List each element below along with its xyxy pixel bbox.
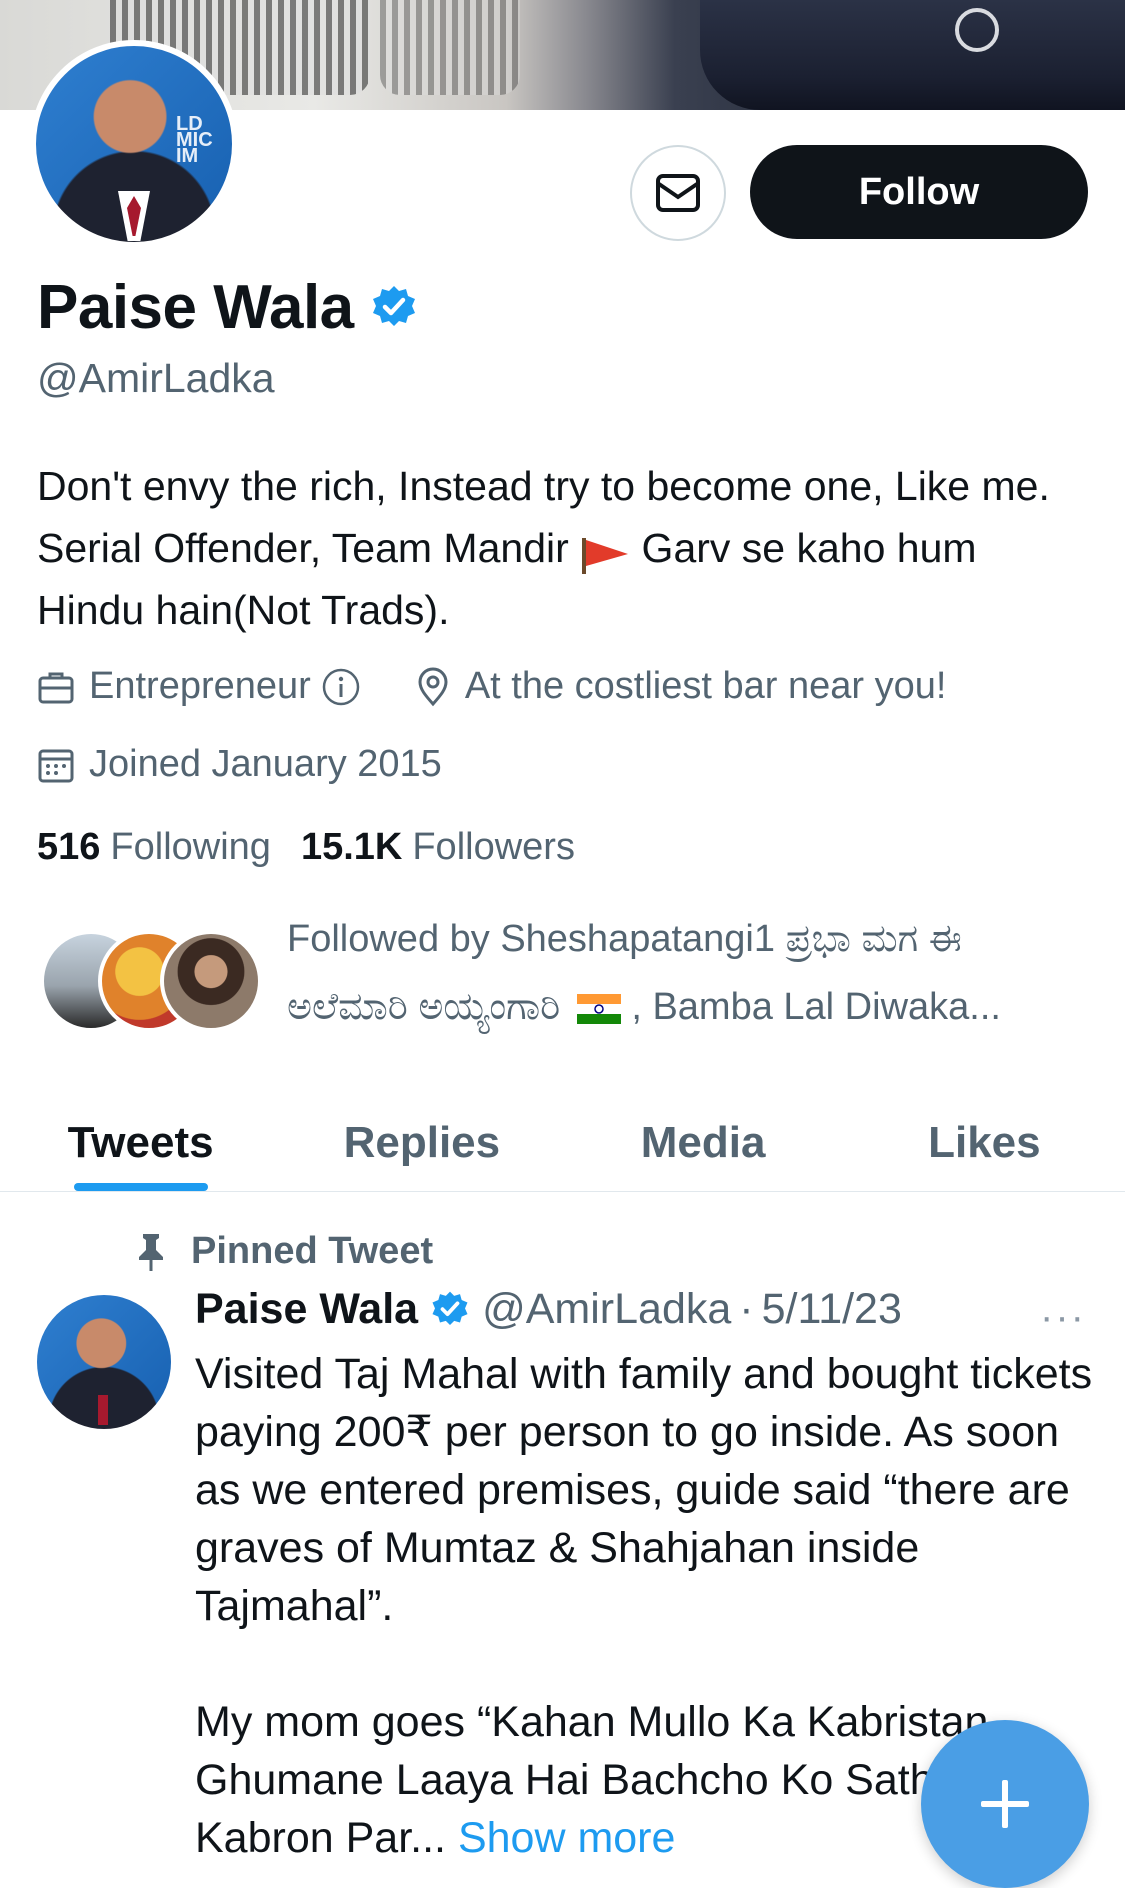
banner-car-grille-2 bbox=[380, 0, 520, 95]
followers-link[interactable]: Followers bbox=[412, 826, 575, 869]
briefcase-icon bbox=[38, 672, 74, 703]
tweet-author-name[interactable]: Paise Wala bbox=[195, 1285, 418, 1334]
profile-handle: @AmirLadka bbox=[37, 355, 275, 401]
tab-media[interactable]: Media bbox=[563, 1095, 844, 1191]
show-more-link[interactable]: Show more bbox=[458, 1814, 675, 1862]
tab-replies[interactable]: Replies bbox=[281, 1095, 562, 1191]
followed-by-line-2: ಅಲೆಮಾರಿ ಅಯ್ಯಂಗಾರಿ , Bamba Lal Diwaka... bbox=[287, 973, 1087, 1041]
tab-label: Tweets bbox=[67, 1118, 214, 1167]
pinned-tweet-label: Pinned Tweet bbox=[135, 1230, 433, 1273]
envelope-icon bbox=[656, 174, 700, 212]
pinned-text: Pinned Tweet bbox=[191, 1230, 434, 1272]
india-flag-icon bbox=[576, 993, 621, 1024]
tab-label: Replies bbox=[343, 1118, 501, 1167]
location-label: At the costliest bar near you! bbox=[464, 665, 947, 707]
category-label: Entrepreneur bbox=[89, 665, 311, 707]
banner-car bbox=[700, 0, 1125, 110]
active-tab-indicator bbox=[73, 1183, 208, 1191]
tab-label: Media bbox=[640, 1118, 766, 1167]
followed-by-name: ಅಲೆಮಾರಿ ಅಯ್ಯಂಗಾರಿ bbox=[287, 986, 561, 1028]
tweet-date[interactable]: 5/11/23 bbox=[762, 1285, 902, 1334]
follow-stats: 516 Following 15.1K Followers bbox=[37, 826, 605, 869]
location-pin-icon bbox=[418, 667, 448, 706]
profile-name-row: Paise Wala bbox=[37, 272, 418, 343]
profile-meta-row: Entrepreneur At the costliest bar near y… bbox=[37, 665, 986, 708]
followers-count[interactable]: 15.1K bbox=[301, 826, 402, 869]
follower-avatar bbox=[160, 930, 262, 1032]
profile-name: Paise Wala bbox=[37, 273, 354, 342]
following-count[interactable]: 516 bbox=[37, 826, 100, 869]
joined-label: Joined January 2015 bbox=[89, 743, 442, 785]
follow-button[interactable]: Follow bbox=[750, 145, 1088, 239]
compose-tweet-button[interactable] bbox=[921, 1720, 1089, 1888]
tab-label: Likes bbox=[928, 1118, 1041, 1167]
pin-icon bbox=[139, 1233, 163, 1271]
profile-category: Entrepreneur bbox=[37, 665, 375, 708]
message-button[interactable] bbox=[630, 145, 726, 241]
verified-badge-icon bbox=[372, 285, 415, 326]
following-link[interactable]: Following bbox=[110, 826, 271, 869]
saffron-flag-icon bbox=[580, 531, 630, 575]
verified-badge-icon bbox=[432, 1291, 468, 1325]
car-logo-icon bbox=[955, 8, 999, 52]
followed-by-avatars[interactable] bbox=[40, 930, 270, 1032]
separator-dot: · bbox=[739, 1285, 754, 1333]
profile-avatar[interactable]: LD MIC IM bbox=[30, 40, 238, 248]
followed-by-text[interactable]: Followed by Sheshapatangi1 ಪ್ರಭಾ ಮಗ ಈ ಅಲ… bbox=[287, 905, 1087, 1041]
followed-by-rest: , Bamba Lal Diwaka... bbox=[620, 986, 1001, 1028]
avatar-tie bbox=[98, 1395, 108, 1425]
tab-likes[interactable]: Likes bbox=[844, 1095, 1125, 1191]
tweet-author-handle[interactable]: @AmirLadka bbox=[482, 1285, 731, 1334]
profile-location: At the costliest bar near you! bbox=[415, 665, 947, 708]
plus-icon bbox=[981, 1780, 1029, 1828]
profile-joined-row: Joined January 2015 bbox=[37, 743, 482, 786]
profile-tabs: Tweets Replies Media Likes bbox=[0, 1095, 1125, 1192]
profile-joined: Joined January 2015 bbox=[37, 743, 442, 786]
profile-bio: Don't envy the rich, Instead try to beco… bbox=[37, 455, 1087, 641]
info-icon[interactable] bbox=[321, 667, 361, 707]
tweet-author-avatar[interactable] bbox=[37, 1295, 171, 1429]
more-options-icon[interactable]: ··· bbox=[1040, 1295, 1086, 1340]
followed-by-line-1: Followed by Sheshapatangi1 ಪ್ರಭಾ ಮಗ ಈ bbox=[287, 918, 962, 960]
tab-tweets[interactable]: Tweets bbox=[0, 1095, 281, 1191]
avatar-background-logo: LD MIC IM bbox=[176, 113, 213, 167]
tweet-header: Paise Wala @AmirLadka · 5/11/23 bbox=[195, 1285, 902, 1334]
calendar-icon bbox=[38, 749, 74, 782]
